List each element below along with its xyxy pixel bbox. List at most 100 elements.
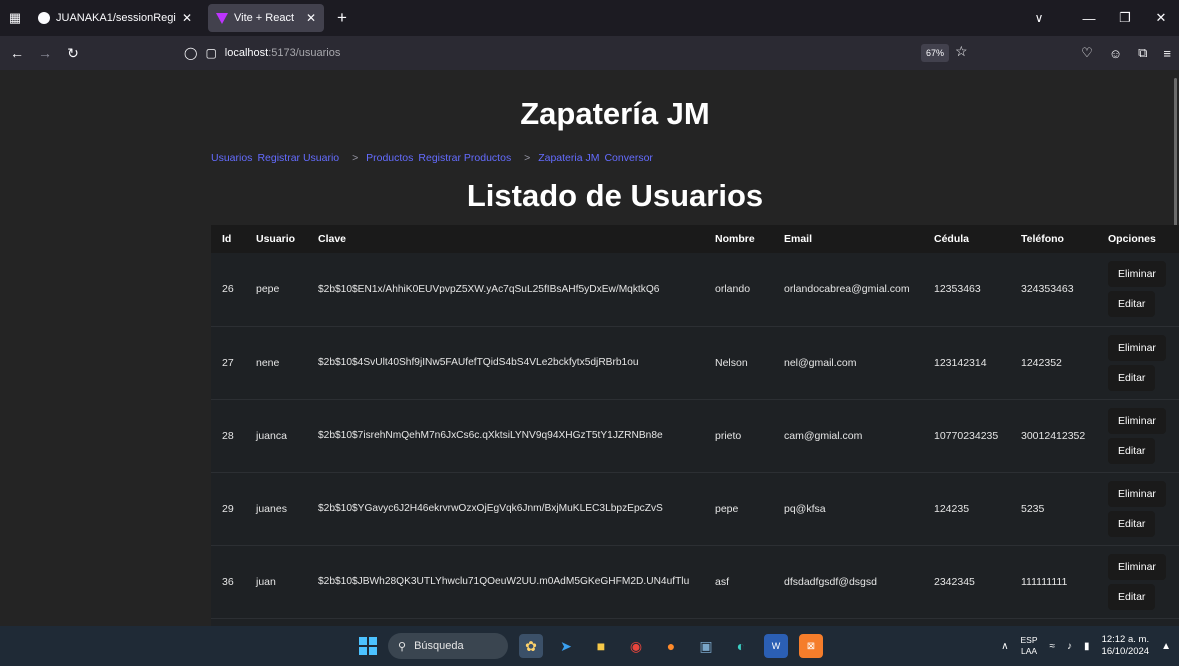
- cell-id: 27: [222, 356, 234, 369]
- table-row: 28 juanca $2b$10$7isrehNmQehM7n6JxCs6c.q…: [211, 399, 1179, 472]
- forward-icon[interactable]: →: [34, 45, 56, 61]
- vscode-icon[interactable]: ➤: [554, 634, 578, 658]
- edit-button[interactable]: Editar: [1108, 364, 1156, 391]
- taskbar-search[interactable]: ⚲ Búsqueda: [388, 633, 508, 659]
- cell-cedula: 123142314: [934, 356, 987, 369]
- search-label: Búsqueda: [414, 640, 464, 652]
- chrome-icon[interactable]: ◉: [624, 634, 648, 658]
- table-row: [211, 618, 1179, 626]
- nav-link-registrar-usuario[interactable]: Registrar Usuario: [257, 152, 339, 164]
- url-host: localhost: [224, 47, 269, 59]
- cell-telefono: 111111111: [1021, 575, 1068, 588]
- volume-icon[interactable]: ♪: [1067, 641, 1072, 652]
- edit-button[interactable]: Editar: [1108, 291, 1156, 318]
- nav-link-usuarios[interactable]: Usuarios: [211, 152, 252, 164]
- cell-email: cam@gmial.com: [784, 429, 863, 442]
- minimize-icon[interactable]: —: [1071, 11, 1107, 26]
- cell-nombre: asf: [715, 575, 730, 588]
- cell-opciones: Eliminar Editar: [1097, 545, 1179, 618]
- account-icon[interactable]: ☺: [1109, 46, 1122, 61]
- users-table-wrap: Id Usuario Clave Nombre Email Cédula Tel…: [211, 225, 1179, 626]
- menu-icon[interactable]: ≡: [1163, 46, 1171, 61]
- column-header-telefono: Teléfono: [1021, 233, 1064, 245]
- notification-bell-icon[interactable]: ▲: [1161, 641, 1171, 652]
- close-tab-icon[interactable]: ✕: [182, 11, 192, 25]
- widgets-icon[interactable]: ✿: [519, 634, 543, 658]
- delete-button[interactable]: Eliminar: [1108, 261, 1166, 288]
- new-tab-button[interactable]: +: [328, 4, 356, 32]
- page-title: Listado de Usuarios: [466, 178, 764, 213]
- search-icon: ⚲: [398, 640, 407, 653]
- extensions-icon[interactable]: ⧉: [1138, 45, 1147, 61]
- store-icon[interactable]: ▣: [694, 634, 718, 658]
- table-header-row: Id Usuario Clave Nombre Email Cédula Tel…: [211, 225, 1179, 253]
- cell-clave: $2b$10$7isrehNmQehM7n6JxCs6c.qXktsiLYNV9…: [318, 430, 663, 441]
- table-row: 26 pepe $2b$10$EN1x/AhhiK0EUVpvpZ5XW.yAc…: [211, 253, 1179, 326]
- windows-start-icon[interactable]: [359, 637, 377, 655]
- xampp-icon[interactable]: ⊠: [799, 634, 823, 658]
- cell-usuario: juanca: [256, 429, 287, 442]
- nav-links: Usuarios Registrar Usuario > Productos Reg…: [211, 152, 658, 164]
- system-tray: ∧ ESP LAA ≈ ♪ ▮ 12:12 a. m. 16/10/2024 ▲: [1001, 626, 1171, 666]
- nav-link-registrar-productos[interactable]: Registrar Productos: [418, 152, 511, 164]
- cell-clave: $2b$10$4SvUlt40Shf9jINw5FAUfefTQidS4bS4V…: [318, 357, 639, 368]
- clock-date: 16/10/2024: [1101, 646, 1150, 657]
- delete-button[interactable]: Eliminar: [1108, 334, 1166, 361]
- browser-tab-github[interactable]: JUANAKA1/sessionRegistro ✕: [30, 4, 200, 32]
- url-bar[interactable]: ◯ ▢ localhost:5173/usuarios: [178, 41, 980, 65]
- file-explorer-icon[interactable]: ■: [589, 634, 613, 658]
- chevron-up-icon[interactable]: ∧: [1001, 641, 1008, 652]
- edit-button[interactable]: Editar: [1108, 437, 1156, 464]
- cell-usuario: juan: [256, 575, 276, 588]
- browser-nav-bar: ← → ↻ ◯ ▢ localhost:5173/usuarios 67% ☆ …: [0, 36, 1179, 70]
- zoom-indicator[interactable]: 67%: [921, 44, 949, 62]
- nav-link-zapateria[interactable]: Zapateria JM: [538, 152, 599, 164]
- cell-nombre: pepe: [715, 502, 739, 515]
- cell-opciones: Eliminar Editar: [1097, 326, 1179, 399]
- cell-clave: $2b$10$JBWh28QK3UTLYhwclu71QOeuW2UU.m0Ad…: [318, 576, 690, 587]
- edit-button[interactable]: Editar: [1108, 510, 1156, 537]
- restore-icon[interactable]: ❐: [1107, 10, 1143, 26]
- tab-list-icon[interactable]: ▦: [0, 0, 30, 36]
- wifi-icon[interactable]: ≈: [1050, 641, 1056, 652]
- cell-cedula: 12353463: [934, 283, 981, 296]
- cell-id: 36: [222, 575, 234, 588]
- nav-link-conversor[interactable]: Conversor: [604, 152, 652, 164]
- column-header-email: Email: [784, 233, 813, 245]
- bookmark-star-icon[interactable]: ☆: [955, 43, 968, 60]
- cell-usuario: pepe: [256, 283, 280, 296]
- pocket-icon[interactable]: ♡: [1081, 45, 1093, 61]
- cell-id: 26: [222, 283, 234, 296]
- cell-opciones: Eliminar Editar: [1097, 472, 1179, 545]
- cell-telefono: 1242352: [1021, 356, 1062, 369]
- back-icon[interactable]: ←: [6, 45, 28, 61]
- edit-button[interactable]: Editar: [1108, 583, 1156, 610]
- table-row: 29 juanes $2b$10$YGavyc6J2H46ekrvrwOzxOj…: [211, 472, 1179, 545]
- cell-clave: $2b$10$YGavyc6J2H46ekrvrwOzxOjEgVqk6Jnm/…: [318, 503, 663, 514]
- chevron-down-icon[interactable]: ∨: [1019, 11, 1059, 25]
- language-indicator[interactable]: ESP LAA: [1021, 635, 1038, 657]
- cell-telefono: 324353463: [1021, 283, 1074, 296]
- edge-icon[interactable]: ◐: [729, 634, 753, 658]
- word-icon[interactable]: W: [764, 634, 788, 658]
- battery-icon[interactable]: ▮: [1084, 641, 1090, 652]
- browser-tab-bar: ▦ JUANAKA1/sessionRegistro ✕ Vite + Reac…: [0, 0, 1179, 36]
- shield-icon: ◯: [184, 46, 198, 60]
- clock[interactable]: 12:12 a. m. 16/10/2024: [1102, 634, 1150, 658]
- nav-link-productos[interactable]: Productos: [366, 152, 413, 164]
- delete-button[interactable]: Eliminar: [1108, 407, 1166, 434]
- delete-button[interactable]: Eliminar: [1108, 553, 1166, 580]
- cell-telefono: 5235: [1021, 502, 1045, 515]
- cell-nombre: Nelson: [715, 356, 748, 369]
- cell-opciones: Eliminar Editar: [1097, 399, 1179, 472]
- table-row: 36 juan $2b$10$JBWh28QK3UTLYhwclu71QOeuW…: [211, 545, 1179, 618]
- firefox-icon[interactable]: ●: [659, 634, 683, 658]
- github-icon: [38, 12, 50, 24]
- browser-tab-vite[interactable]: Vite + React ✕: [208, 4, 324, 32]
- close-window-icon[interactable]: ✕: [1143, 10, 1179, 26]
- cell-email: dfsdadfgsdf@dsgsd: [784, 575, 877, 588]
- reload-icon[interactable]: ↻: [62, 45, 84, 62]
- close-tab-icon[interactable]: ✕: [306, 11, 316, 25]
- cell-cedula: 10770234235: [934, 429, 999, 442]
- delete-button[interactable]: Eliminar: [1108, 480, 1166, 507]
